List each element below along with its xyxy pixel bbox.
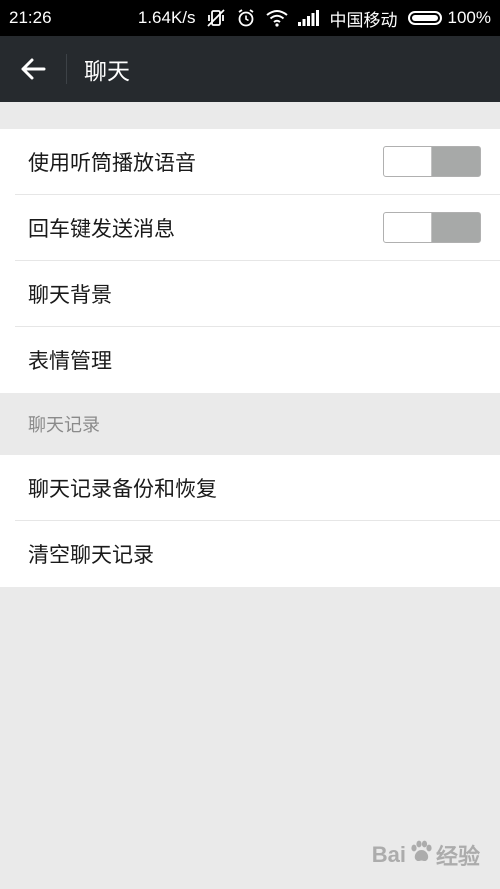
app-bar: 聊天 — [0, 36, 500, 102]
wifi-icon — [265, 9, 288, 27]
carrier-name: 中国移动 — [329, 10, 398, 30]
setting-label: 表情管理 — [28, 349, 112, 373]
setting-label: 清空聊天记录 — [28, 543, 154, 567]
toggle-knob — [384, 147, 432, 176]
status-indicators: 1.64K/s 中国移动 100% — [138, 6, 491, 31]
battery-icon — [407, 11, 442, 25]
alarm-icon — [236, 8, 256, 28]
setting-label: 聊天记录备份和恢复 — [28, 476, 217, 501]
status-time: 21:26 — [9, 8, 52, 27]
baidu-watermark: Bai 经验 — [372, 839, 480, 871]
setting-label: 回车键发送消息 — [28, 216, 175, 241]
setting-row-enter-to-send[interactable]: 回车键发送消息 — [15, 195, 500, 261]
chat-history-group: 聊天记录备份和恢复 清空聊天记录 — [0, 455, 500, 587]
app-bar-divider — [66, 54, 67, 84]
toggle-knob — [384, 213, 432, 242]
earpiece-playback-toggle[interactable] — [383, 146, 481, 177]
battery-percent: 100% — [447, 8, 491, 27]
setting-row-sticker-management[interactable]: 表情管理 — [15, 327, 500, 393]
paw-icon — [408, 839, 434, 871]
setting-label: 使用听筒播放语音 — [28, 150, 196, 175]
page-title: 聊天 — [84, 59, 130, 85]
status-bar: 21:26 1.64K/s 中国移动 100% — [0, 0, 500, 36]
signal-icon — [297, 10, 320, 26]
watermark-text-right: 经验 — [435, 844, 480, 869]
enter-to-send-toggle[interactable] — [383, 212, 481, 243]
setting-row-backup-restore[interactable]: 聊天记录备份和恢复 — [15, 455, 500, 521]
setting-row-chat-background[interactable]: 聊天背景 — [15, 261, 500, 327]
arrow-left-icon — [21, 58, 46, 80]
setting-row-earpiece-playback[interactable]: 使用听筒播放语音 — [15, 129, 500, 195]
setting-label: 聊天背景 — [28, 282, 112, 307]
chat-settings-group: 使用听筒播放语音 回车键发送消息 聊天背景 表情管理 — [0, 129, 500, 393]
setting-row-clear-history[interactable]: 清空聊天记录 — [15, 521, 500, 587]
back-button[interactable] — [0, 36, 66, 102]
section-header-chat-history: 聊天记录 — [28, 415, 100, 436]
vibrate-mute-icon — [206, 8, 226, 28]
network-speed: 1.64K/s — [137, 8, 196, 27]
watermark-text-left: Bai — [371, 842, 406, 867]
battery-indicator: 100% — [407, 8, 491, 28]
